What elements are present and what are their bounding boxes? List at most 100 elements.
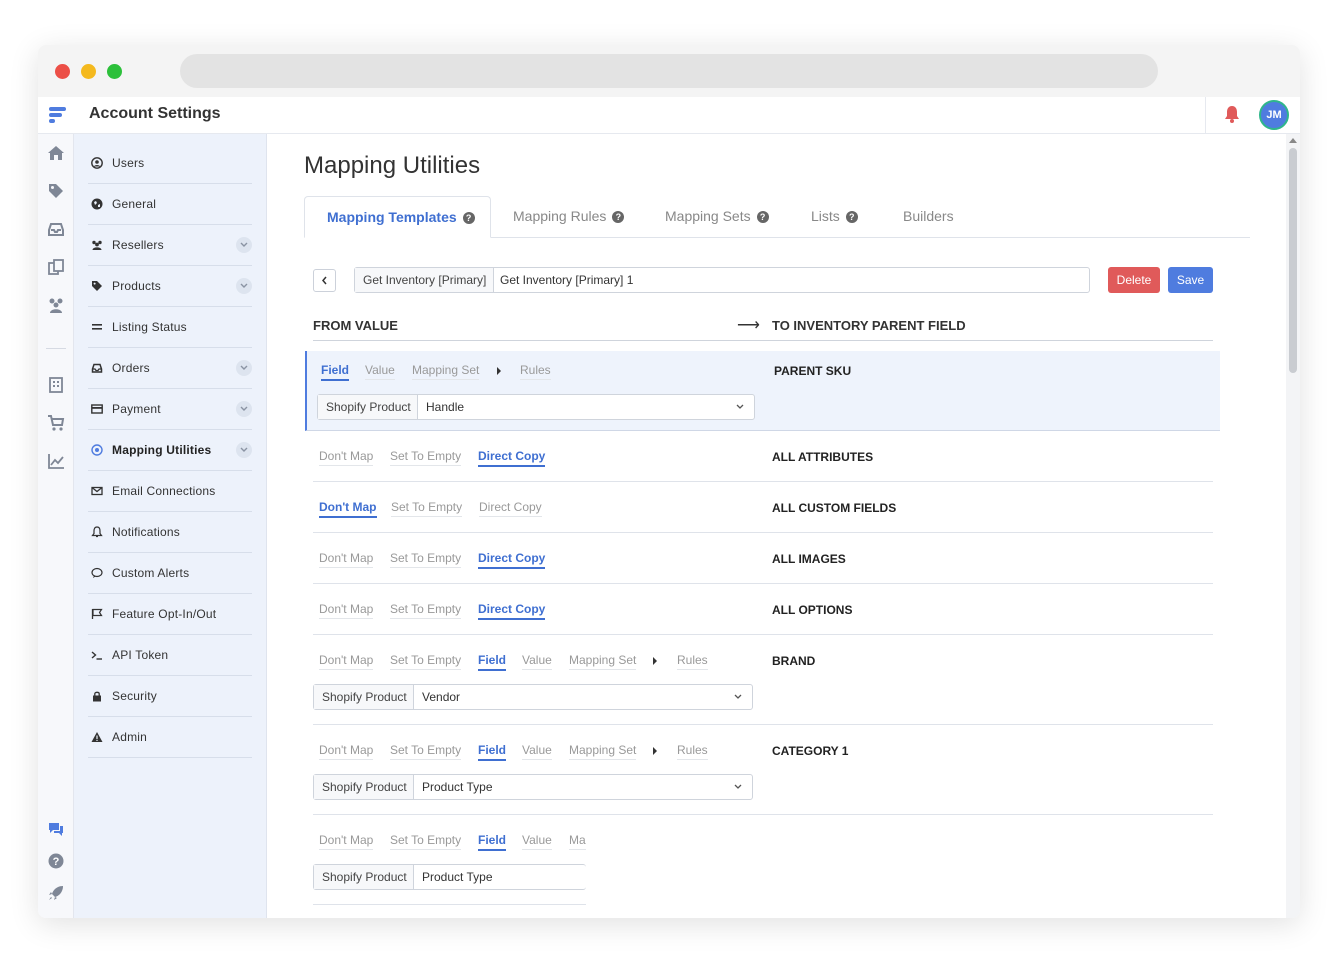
help-circle-icon[interactable]: ? (845, 211, 858, 223)
chevron-down-icon (736, 404, 744, 409)
target-field: CATEGORY 1 (772, 744, 849, 758)
option-direct-copy[interactable]: Direct Copy (479, 500, 542, 517)
chevron-down-icon[interactable] (236, 442, 252, 458)
source-field-select[interactable]: Shopify Product Product Type (313, 774, 753, 800)
option-dont-map[interactable]: Don't Map (319, 551, 374, 568)
source-prefix: Shopify Product (314, 685, 414, 709)
sidebar-item-payment[interactable]: Payment (88, 389, 252, 430)
cart-icon[interactable] (47, 414, 65, 432)
sidebar-item-mapping-utilities[interactable]: Mapping Utilities (88, 430, 252, 471)
mapping-row: Don't Map Set To Empty Field Value Mappi… (313, 725, 1213, 815)
option-set-to-empty[interactable]: Set To Empty (391, 500, 463, 517)
chevron-down-icon[interactable] (236, 401, 252, 417)
option-field[interactable]: Field (478, 653, 507, 671)
option-value[interactable]: Value (522, 833, 552, 850)
template-name-group: Get Inventory [Primary] (354, 267, 1090, 293)
option-rules[interactable]: Rules (520, 363, 551, 380)
help-circle-icon[interactable]: ? (756, 211, 769, 223)
option-value[interactable]: Value (522, 653, 552, 670)
user-avatar[interactable]: JM (1259, 100, 1289, 130)
option-value[interactable]: Value (522, 743, 552, 760)
minimize-window-button[interactable] (81, 64, 96, 79)
option-dont-map[interactable]: Don't Map (319, 833, 374, 850)
option-rules[interactable]: Rules (677, 653, 708, 670)
tab-mapping-sets[interactable]: Mapping Sets? (665, 196, 769, 238)
source-prefix: Shopify Product (318, 395, 418, 419)
close-window-button[interactable] (55, 64, 70, 79)
copy-icon[interactable] (47, 258, 65, 276)
home-icon[interactable] (47, 144, 65, 162)
chart-line-icon[interactable] (47, 452, 65, 470)
notification-bell-icon[interactable] (1224, 105, 1240, 123)
option-dont-map[interactable]: Don't Map (319, 602, 374, 619)
tab-lists[interactable]: Lists? (811, 196, 858, 238)
option-direct-copy[interactable]: Direct Copy (478, 449, 546, 467)
help-circle-icon[interactable]: ? (462, 212, 475, 224)
chevron-down-icon[interactable] (236, 278, 252, 294)
option-set-to-empty[interactable]: Set To Empty (390, 449, 462, 466)
template-name-input[interactable] (494, 268, 1088, 292)
address-bar[interactable] (180, 54, 1158, 88)
option-field[interactable]: Field (478, 833, 507, 851)
option-dont-map[interactable]: Don't Map (319, 743, 374, 760)
option-set-to-empty[interactable]: Set To Empty (390, 743, 462, 760)
option-set-to-empty[interactable]: Set To Empty (390, 653, 462, 670)
sidebar-item-feature-opt-in-out[interactable]: Feature Opt-In/Out (88, 594, 252, 635)
source-field-select[interactable]: Shopify Product Product Type (313, 864, 586, 890)
option-direct-copy[interactable]: Direct Copy (478, 602, 546, 620)
option-set-to-empty[interactable]: Set To Empty (390, 602, 462, 619)
scroll-thumb[interactable] (1289, 148, 1297, 373)
users-icon[interactable] (47, 296, 65, 314)
tag-icon[interactable] (47, 182, 65, 200)
scroll-up-arrow-icon[interactable] (1289, 138, 1297, 143)
inbox-icon[interactable] (47, 220, 65, 238)
delete-button[interactable]: Delete (1108, 267, 1160, 293)
option-dont-map[interactable]: Don't Map (319, 500, 377, 518)
tab-mapping-templates[interactable]: Mapping Templates? (304, 196, 491, 238)
save-button[interactable]: Save (1168, 267, 1213, 293)
sidebar-item-users[interactable]: Users (88, 143, 252, 184)
sidebar-item-security[interactable]: Security (88, 676, 252, 717)
sidebar-item-api-token[interactable]: API Token (88, 635, 252, 676)
option-mapping-set-truncated[interactable]: Ma (569, 833, 586, 850)
option-mapping-set[interactable]: Mapping Set (569, 653, 637, 670)
option-field[interactable]: Field (478, 743, 507, 761)
sidebar-item-custom-alerts[interactable]: Custom Alerts (88, 553, 252, 594)
option-mapping-set[interactable]: Mapping Set (412, 363, 480, 380)
source-field-select[interactable]: Shopify Product Vendor (313, 684, 753, 710)
app-logo-icon[interactable] (49, 105, 66, 125)
option-set-to-empty[interactable]: Set To Empty (390, 551, 462, 568)
chevron-down-icon[interactable] (236, 360, 252, 376)
option-direct-copy[interactable]: Direct Copy (478, 551, 546, 569)
sidebar-item-products[interactable]: Products (88, 266, 252, 307)
sidebar-item-resellers[interactable]: Resellers (88, 225, 252, 266)
option-set-to-empty[interactable]: Set To Empty (390, 833, 462, 850)
sidebar-item-general[interactable]: General (88, 184, 252, 225)
option-value[interactable]: Value (365, 363, 395, 380)
sidebar-item-orders[interactable]: Orders (88, 348, 252, 389)
option-dont-map[interactable]: Don't Map (319, 653, 374, 670)
tab-builders[interactable]: Builders (903, 196, 954, 238)
target-icon (91, 444, 103, 456)
option-dont-map[interactable]: Don't Map (319, 449, 374, 466)
option-rules[interactable]: Rules (677, 743, 708, 760)
chevron-down-icon[interactable] (236, 237, 252, 253)
back-button[interactable] (313, 269, 336, 292)
chevron-left-icon (322, 276, 327, 285)
caret-right-icon (653, 747, 657, 755)
tab-mapping-rules[interactable]: Mapping Rules? (513, 196, 625, 238)
sidebar-item-listing-status[interactable]: Listing Status (88, 307, 252, 348)
option-mapping-set[interactable]: Mapping Set (569, 743, 637, 760)
maximize-window-button[interactable] (107, 64, 122, 79)
help-circle-icon[interactable]: ? (612, 211, 625, 223)
page-scrollbar[interactable] (1286, 134, 1300, 918)
option-field[interactable]: Field (321, 363, 350, 381)
sidebar-item-notifications[interactable]: Notifications (88, 512, 252, 553)
source-field-select[interactable]: Shopify Product Handle (317, 394, 755, 420)
rocket-icon[interactable] (47, 884, 65, 902)
help-icon[interactable]: ? (47, 852, 65, 870)
sidebar-item-email-connections[interactable]: Email Connections (88, 471, 252, 512)
building-icon[interactable] (47, 376, 65, 394)
sidebar-item-admin[interactable]: Admin (88, 717, 252, 758)
chat-icon[interactable] (47, 820, 65, 838)
